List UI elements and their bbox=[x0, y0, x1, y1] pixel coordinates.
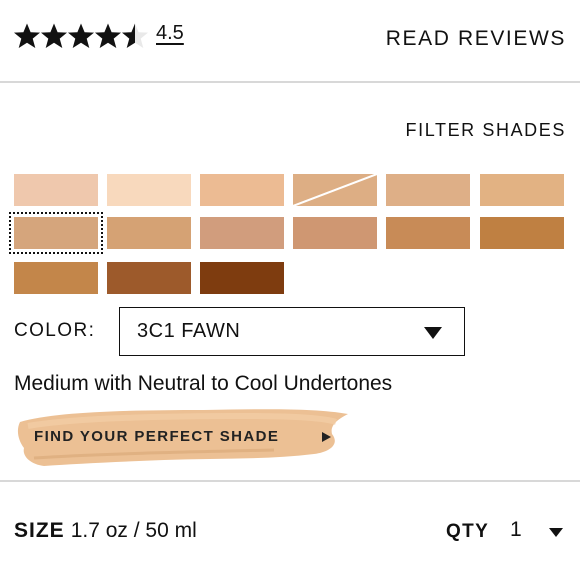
shade-swatch[interactable] bbox=[14, 262, 98, 294]
shade-swatch[interactable] bbox=[107, 217, 191, 249]
star-icon bbox=[14, 23, 40, 48]
shade-swatch[interactable] bbox=[386, 217, 470, 249]
size-info: SIZE 1.7 oz / 50 ml bbox=[14, 519, 197, 543]
shade-swatch[interactable] bbox=[200, 262, 284, 294]
shade-swatch[interactable] bbox=[14, 174, 98, 206]
shade-swatch[interactable] bbox=[107, 262, 191, 294]
color-select-value: 3C1 FAWN bbox=[137, 320, 241, 342]
size-value: 1.7 oz / 50 ml bbox=[70, 519, 197, 542]
shade-swatch[interactable] bbox=[293, 217, 377, 249]
star-icon bbox=[122, 23, 148, 48]
qty-select-value[interactable]: 1 bbox=[510, 518, 522, 542]
rating-value-link[interactable]: 4.5 bbox=[156, 22, 184, 45]
star-icon bbox=[68, 23, 94, 48]
shade-swatch-selected[interactable] bbox=[9, 212, 103, 254]
chevron-down-icon[interactable] bbox=[549, 528, 563, 537]
play-arrow-icon bbox=[322, 432, 331, 442]
filter-shades-button[interactable]: FILTER SHADES bbox=[406, 120, 567, 141]
divider bbox=[0, 81, 580, 83]
find-your-perfect-shade-link[interactable]: FIND YOUR PERFECT SHADE bbox=[14, 404, 354, 470]
star-rating bbox=[13, 22, 148, 50]
star-icon bbox=[41, 23, 67, 48]
shade-description: Medium with Neutral to Cool Undertones bbox=[14, 372, 393, 395]
unavailable-slash-icon bbox=[293, 174, 377, 206]
size-label: SIZE bbox=[14, 519, 65, 542]
chevron-down-icon bbox=[424, 327, 442, 339]
shade-swatch[interactable] bbox=[293, 174, 377, 206]
color-select-dropdown[interactable]: 3C1 FAWN bbox=[119, 307, 465, 356]
read-reviews-link[interactable]: READ REVIEWS bbox=[386, 27, 566, 51]
shade-swatch[interactable] bbox=[107, 174, 191, 206]
find-shade-label: FIND YOUR PERFECT SHADE bbox=[34, 428, 280, 445]
shade-swatch[interactable] bbox=[200, 217, 284, 249]
shade-swatch[interactable] bbox=[480, 217, 564, 249]
qty-label: QTY bbox=[446, 521, 490, 542]
shade-swatch[interactable] bbox=[200, 174, 284, 206]
divider bbox=[0, 480, 580, 482]
color-label: COLOR: bbox=[14, 320, 96, 341]
shade-swatch[interactable] bbox=[480, 174, 564, 206]
star-icon bbox=[95, 23, 121, 48]
shade-swatch[interactable] bbox=[386, 174, 470, 206]
